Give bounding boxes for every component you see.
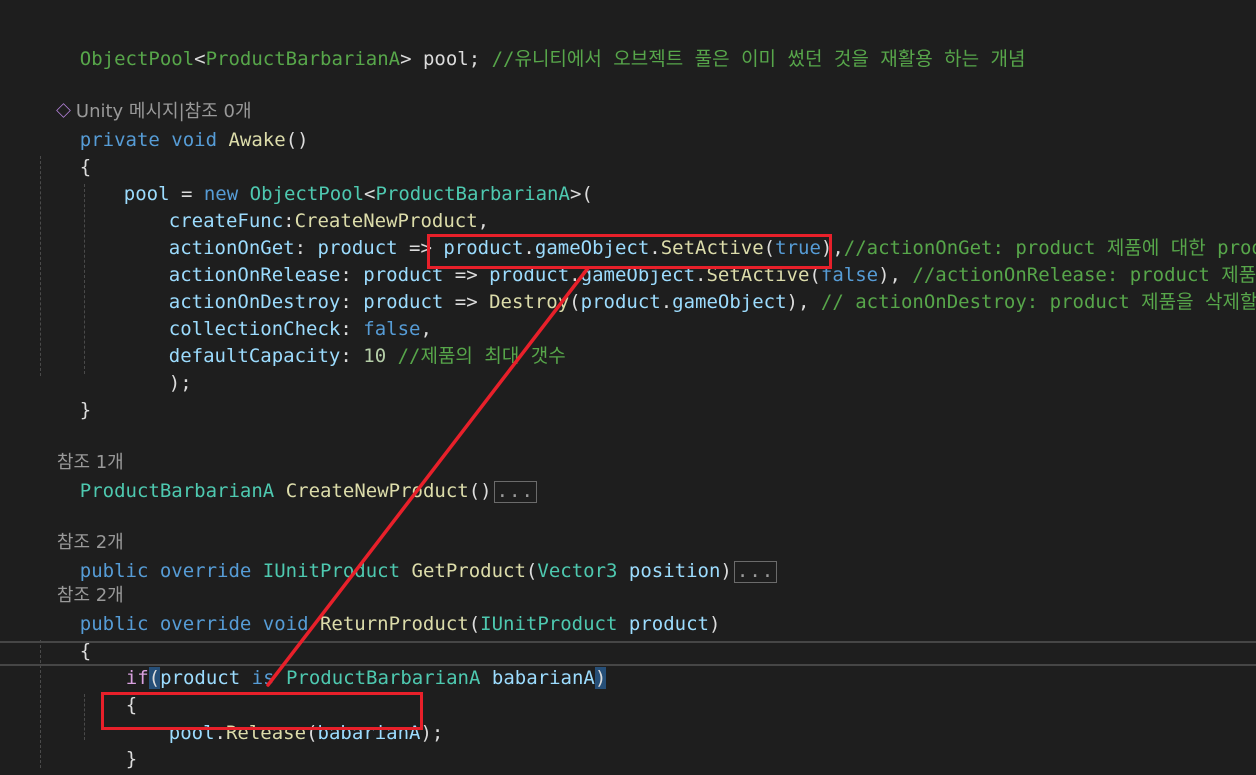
release-to-setactive-arrow <box>266 266 590 687</box>
code-editor[interactable]: ObjectPool<ProductBarbarianA> pool; //유니… <box>0 0 1256 775</box>
arrow-line <box>266 266 590 687</box>
